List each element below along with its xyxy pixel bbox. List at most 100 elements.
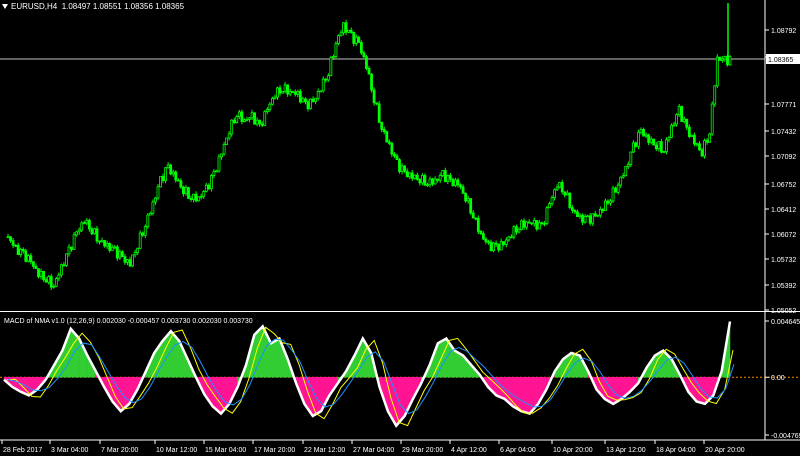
candle-body — [16, 244, 20, 256]
price-tick-label: 1.07771 — [771, 102, 796, 109]
candle-body — [698, 143, 701, 151]
candle-body — [365, 56, 368, 69]
candle-body — [708, 133, 712, 143]
candle-body — [32, 261, 35, 267]
price-tick-label: 1.06752 — [771, 182, 796, 189]
candle-body — [337, 35, 340, 45]
candle-body — [555, 186, 559, 191]
candle-body — [133, 252, 137, 256]
candle-body — [687, 126, 691, 137]
time-tick-label: 4 Apr 12:00 — [451, 447, 487, 454]
candle-body — [680, 106, 684, 122]
time-tick-label: 22 Mar 12:00 — [304, 447, 345, 454]
current-price-label: 1.08365 — [768, 57, 793, 64]
candle-body — [52, 285, 56, 288]
candle-body — [499, 241, 503, 251]
candle-body — [375, 102, 379, 105]
candle-body — [428, 178, 432, 186]
candle-body — [710, 103, 714, 135]
candle-body — [601, 208, 605, 212]
candle-body — [492, 242, 495, 252]
trading-chart-window[interactable]: 1.087921.084571.077711.074321.070921.067… — [0, 0, 800, 456]
candle-body — [497, 243, 501, 251]
candle-body — [476, 217, 480, 232]
macd-histogram-area — [521, 376, 530, 414]
macd-histogram-area — [312, 376, 322, 417]
price-tick-label: 1.05052 — [771, 308, 796, 315]
candle-body — [316, 90, 320, 99]
candle-body — [443, 170, 447, 182]
candle-body — [598, 208, 602, 216]
candle-body — [29, 255, 33, 263]
candle-body — [573, 210, 577, 213]
time-tick-label: 20 Apr 20:00 — [705, 447, 745, 454]
indicator-title: MACD of NMA v1.0 (12,26,9) 0.002030 -0.0… — [4, 318, 253, 325]
candle-body — [270, 98, 274, 105]
candle-body — [260, 123, 264, 126]
candle-body — [535, 220, 539, 230]
candle-body — [718, 56, 722, 61]
ohlc-values: 1.08497 1.08551 1.08356 1.08365 — [61, 2, 185, 11]
candle-body — [728, 56, 732, 66]
candle-body — [39, 270, 43, 277]
candle-body — [232, 119, 236, 123]
time-tick-label: 15 Mar 04:00 — [205, 447, 246, 454]
candle-body — [720, 58, 724, 61]
candle-body — [642, 129, 645, 137]
candle-body — [138, 232, 142, 249]
candle-body — [11, 240, 15, 246]
candle-body — [441, 170, 445, 176]
chart-canvas[interactable]: 1.087921.084571.077711.074321.070921.067… — [0, 0, 800, 456]
candle-body — [385, 131, 389, 143]
candle-body — [77, 229, 81, 233]
candle-body — [156, 186, 160, 199]
candle-body — [626, 163, 630, 167]
candle-body — [268, 103, 272, 110]
candle-body — [82, 222, 86, 225]
candle-body — [44, 279, 48, 283]
candle-body — [321, 78, 325, 92]
candle-body — [108, 243, 112, 251]
candle-body — [690, 134, 694, 137]
candle-body — [344, 22, 348, 33]
candle-body — [352, 32, 356, 44]
candle-body — [164, 167, 168, 182]
candle-body — [110, 246, 114, 251]
candle-body — [677, 106, 681, 116]
candle-body — [484, 238, 488, 243]
candle-body — [639, 129, 643, 133]
candle-body — [332, 56, 335, 59]
candle-body — [100, 240, 104, 243]
indicator-tick-label: -0.004769 — [771, 433, 800, 440]
dropdown-triangle-icon[interactable] — [2, 4, 8, 10]
candle-body — [283, 84, 287, 92]
candle-body — [451, 178, 455, 187]
candle-body — [326, 75, 330, 81]
candle-body — [243, 119, 246, 122]
candle-body — [382, 129, 386, 133]
chart-title: EURUSD,H4 1.08497 1.08551 1.08356 1.0836… — [2, 2, 184, 11]
candle-body — [387, 141, 391, 144]
price-tick-label: 1.06072 — [771, 232, 796, 239]
candle-body — [347, 29, 351, 33]
candle-body — [98, 240, 101, 243]
candle-body — [474, 217, 478, 220]
candle-body — [37, 268, 40, 277]
candle-body — [456, 179, 460, 186]
candle-body — [512, 226, 516, 238]
candle-body — [410, 172, 414, 179]
candle-body — [225, 137, 229, 146]
candle-body — [304, 98, 307, 103]
candle-body — [563, 191, 567, 196]
candle-body — [604, 200, 607, 212]
candle-body — [245, 118, 249, 121]
candle-body — [431, 178, 434, 185]
candle-body — [57, 274, 61, 280]
candle-body — [179, 180, 183, 188]
candle-body — [171, 171, 175, 175]
candle-body — [654, 144, 658, 150]
candle-body — [47, 276, 51, 283]
candle-body — [324, 78, 328, 81]
indicator-tick-label: 0.004645 — [771, 319, 800, 326]
candle-body — [65, 253, 68, 266]
